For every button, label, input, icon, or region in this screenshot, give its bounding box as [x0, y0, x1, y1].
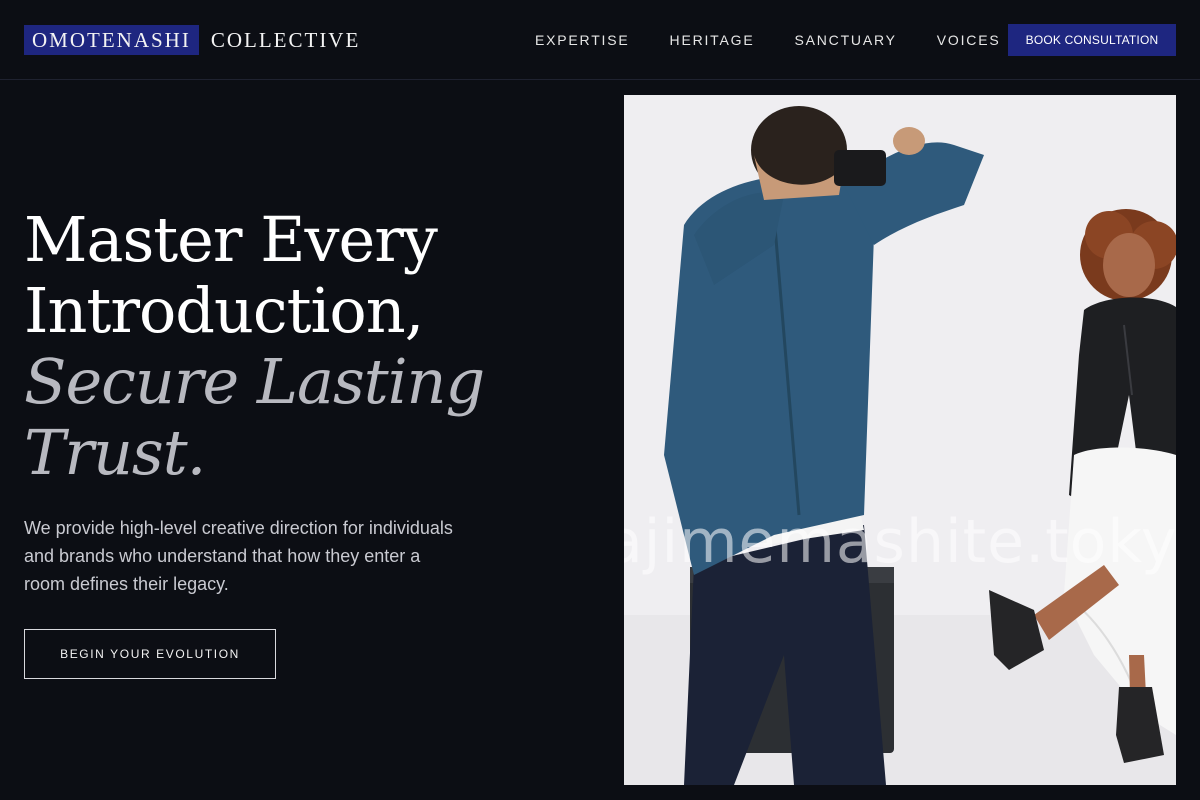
nav-link-sanctuary[interactable]: SANCTUARY	[794, 30, 896, 50]
brand-mark: OMOTENASHI	[24, 25, 199, 55]
top-nav: OMOTENASHI COLLECTIVE EXPERTISE HERITAGE…	[0, 0, 1200, 80]
nav-link-expertise[interactable]: EXPERTISE	[535, 30, 630, 50]
nav-link-voices[interactable]: VOICES	[937, 30, 1001, 50]
book-consultation-button[interactable]: BOOK CONSULTATION	[1008, 24, 1176, 56]
hero-title-accent: Trust.	[24, 416, 206, 489]
begin-evolution-button[interactable]: BEGIN YOUR EVOLUTION	[24, 629, 276, 679]
hero-title-line: Master Every	[24, 203, 438, 276]
nav-links: EXPERTISE HERITAGE SANCTUARY VOICES	[535, 30, 1000, 50]
photographer-scene-illustration	[624, 95, 1176, 785]
brand-word: COLLECTIVE	[210, 27, 361, 52]
hero-description: We provide high-level creative direction…	[24, 518, 453, 594]
nav-link-heritage[interactable]: HERITAGE	[670, 30, 755, 50]
hero-title-accent: Secure Lasting	[24, 345, 485, 418]
hero-title: Master Every Introduction, Secure Lastin…	[24, 204, 584, 488]
hero-title-line: Introduction,	[24, 274, 424, 347]
image-watermark: ajimemashite.tokyo	[624, 507, 1176, 577]
brand-logo[interactable]: OMOTENASHI COLLECTIVE	[24, 25, 360, 55]
hero-photo: ajimemashite.tokyo	[624, 95, 1176, 785]
landing-page: OMOTENASHI COLLECTIVE EXPERTISE HERITAGE…	[0, 0, 1200, 800]
